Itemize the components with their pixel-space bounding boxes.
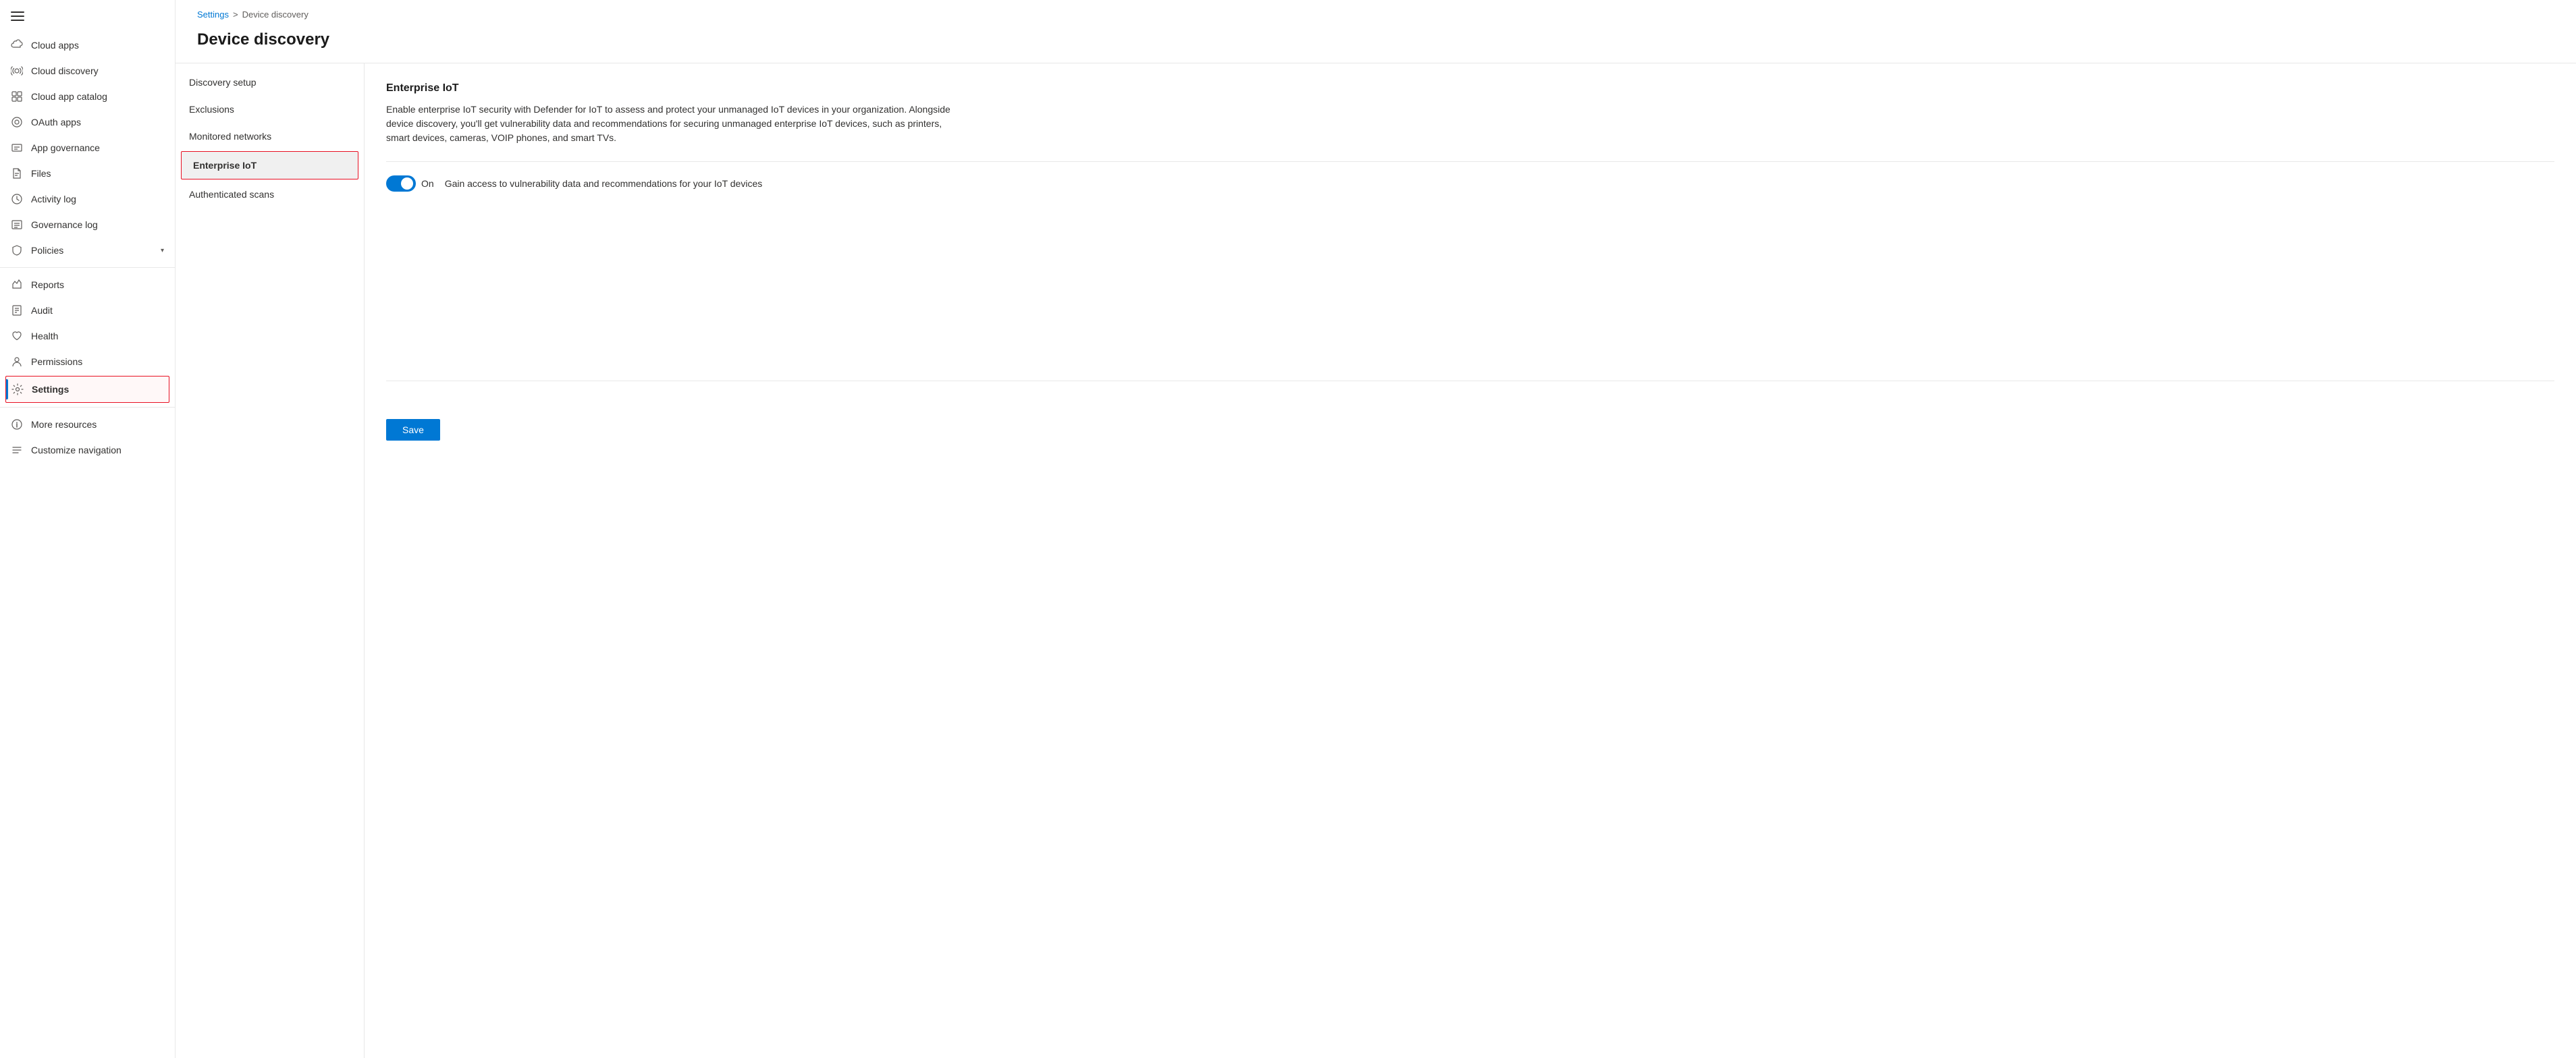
content-area: Discovery setup Exclusions Monitored net… [176, 63, 2576, 1058]
customize-navigation-icon [11, 444, 23, 456]
sidebar-item-label-more-resources: More resources [31, 419, 164, 430]
left-nav-item-discovery-setup[interactable]: Discovery setup [176, 69, 364, 96]
sidebar-item-label-permissions: Permissions [31, 356, 164, 367]
breadcrumb-separator: > [233, 9, 238, 20]
sidebar-item-cloud-app-catalog[interactable]: Cloud app catalog [0, 84, 175, 109]
left-nav-label-exclusions: Exclusions [189, 104, 234, 115]
toggle-description: Gain access to vulnerability data and re… [445, 178, 763, 189]
audit-icon [11, 304, 23, 316]
toggle-container[interactable]: On [386, 175, 434, 192]
sidebar-item-policies[interactable]: Policies ▾ [0, 238, 175, 263]
cloud-apps-icon [11, 39, 23, 51]
sidebar-item-more-resources[interactable]: More resources [0, 412, 175, 437]
health-icon [11, 330, 23, 342]
enterprise-iot-title: Enterprise IoT [386, 82, 2554, 94]
cloud-app-catalog-icon [11, 90, 23, 103]
policies-chevron-icon: ▾ [161, 247, 164, 254]
more-resources-icon [11, 418, 23, 430]
left-nav-item-authenticated-scans[interactable]: Authenticated scans [176, 181, 364, 208]
activity-log-icon [11, 193, 23, 205]
enterprise-iot-toggle[interactable] [386, 175, 416, 192]
sidebar-item-label-settings: Settings [32, 384, 163, 395]
settings-icon [11, 383, 24, 395]
toggle-row: On Gain access to vulnerability data and… [386, 175, 2554, 192]
sidebar-item-label-reports: Reports [31, 279, 164, 290]
sidebar-item-app-governance[interactable]: App governance [0, 135, 175, 161]
files-icon [11, 167, 23, 179]
sidebar-item-label-governance-log: Governance log [31, 219, 164, 230]
sidebar-item-label-policies: Policies [31, 245, 153, 256]
sidebar: Cloud apps Cloud discovery [0, 0, 176, 1058]
sidebar-item-label-health: Health [31, 331, 164, 341]
main-content: Settings > Device discovery Device disco… [176, 0, 2576, 1058]
sidebar-header [0, 0, 175, 32]
sidebar-item-oauth-apps[interactable]: OAuth apps [0, 109, 175, 135]
content-divider [386, 161, 2554, 162]
sidebar-item-label-customize-navigation: Customize navigation [31, 445, 164, 455]
governance-log-icon [11, 219, 23, 231]
toggle-on-label: On [421, 178, 434, 189]
left-navigation: Discovery setup Exclusions Monitored net… [176, 63, 365, 1058]
enterprise-iot-description: Enable enterprise IoT security with Defe… [386, 103, 967, 145]
sidebar-item-audit[interactable]: Audit [0, 298, 175, 323]
sidebar-item-files[interactable]: Files [0, 161, 175, 186]
breadcrumb: Settings > Device discovery [176, 0, 2576, 25]
left-nav-item-monitored-networks[interactable]: Monitored networks [176, 123, 364, 150]
breadcrumb-settings-link[interactable]: Settings [197, 9, 229, 20]
left-nav-label-authenticated-scans: Authenticated scans [189, 189, 274, 200]
permissions-icon [11, 356, 23, 368]
policies-icon [11, 244, 23, 256]
sidebar-item-governance-log[interactable]: Governance log [0, 212, 175, 238]
app-governance-icon [11, 142, 23, 154]
sidebar-item-health[interactable]: Health [0, 323, 175, 349]
sidebar-item-settings[interactable]: Settings [5, 376, 169, 403]
sidebar-item-activity-log[interactable]: Activity log [0, 186, 175, 212]
left-nav-label-monitored-networks: Monitored networks [189, 131, 271, 142]
sidebar-item-label-app-governance: App governance [31, 142, 164, 153]
page-title: Device discovery [176, 25, 2576, 63]
right-content-panel: Enterprise IoT Enable enterprise IoT sec… [365, 63, 2576, 1058]
sidebar-item-label-cloud-discovery: Cloud discovery [31, 65, 164, 76]
sidebar-item-label-activity-log: Activity log [31, 194, 164, 204]
sidebar-item-permissions[interactable]: Permissions [0, 349, 175, 374]
hamburger-icon[interactable] [11, 9, 24, 23]
save-button[interactable]: Save [386, 419, 440, 441]
save-area: Save [386, 381, 2554, 441]
toggle-slider [386, 175, 416, 192]
nav-divider-2 [0, 407, 175, 408]
sidebar-item-label-audit: Audit [31, 305, 164, 316]
left-nav-label-discovery-setup: Discovery setup [189, 77, 257, 88]
cloud-discovery-icon [11, 65, 23, 77]
left-nav-item-exclusions[interactable]: Exclusions [176, 96, 364, 123]
breadcrumb-current: Device discovery [242, 9, 308, 20]
sidebar-item-cloud-apps[interactable]: Cloud apps [0, 32, 175, 58]
nav-divider-1 [0, 267, 175, 268]
sidebar-item-customize-navigation[interactable]: Customize navigation [0, 437, 175, 463]
sidebar-navigation: Cloud apps Cloud discovery [0, 32, 175, 1047]
sidebar-item-label-files: Files [31, 168, 164, 179]
sidebar-item-label-cloud-apps: Cloud apps [31, 40, 164, 51]
left-nav-label-enterprise-iot: Enterprise IoT [193, 160, 257, 171]
oauth-apps-icon [11, 116, 23, 128]
sidebar-item-label-cloud-app-catalog: Cloud app catalog [31, 91, 164, 102]
sidebar-item-reports[interactable]: Reports [0, 272, 175, 298]
sidebar-item-label-oauth-apps: OAuth apps [31, 117, 164, 128]
left-nav-item-enterprise-iot[interactable]: Enterprise IoT [181, 151, 358, 179]
reports-icon [11, 279, 23, 291]
sidebar-item-cloud-discovery[interactable]: Cloud discovery [0, 58, 175, 84]
